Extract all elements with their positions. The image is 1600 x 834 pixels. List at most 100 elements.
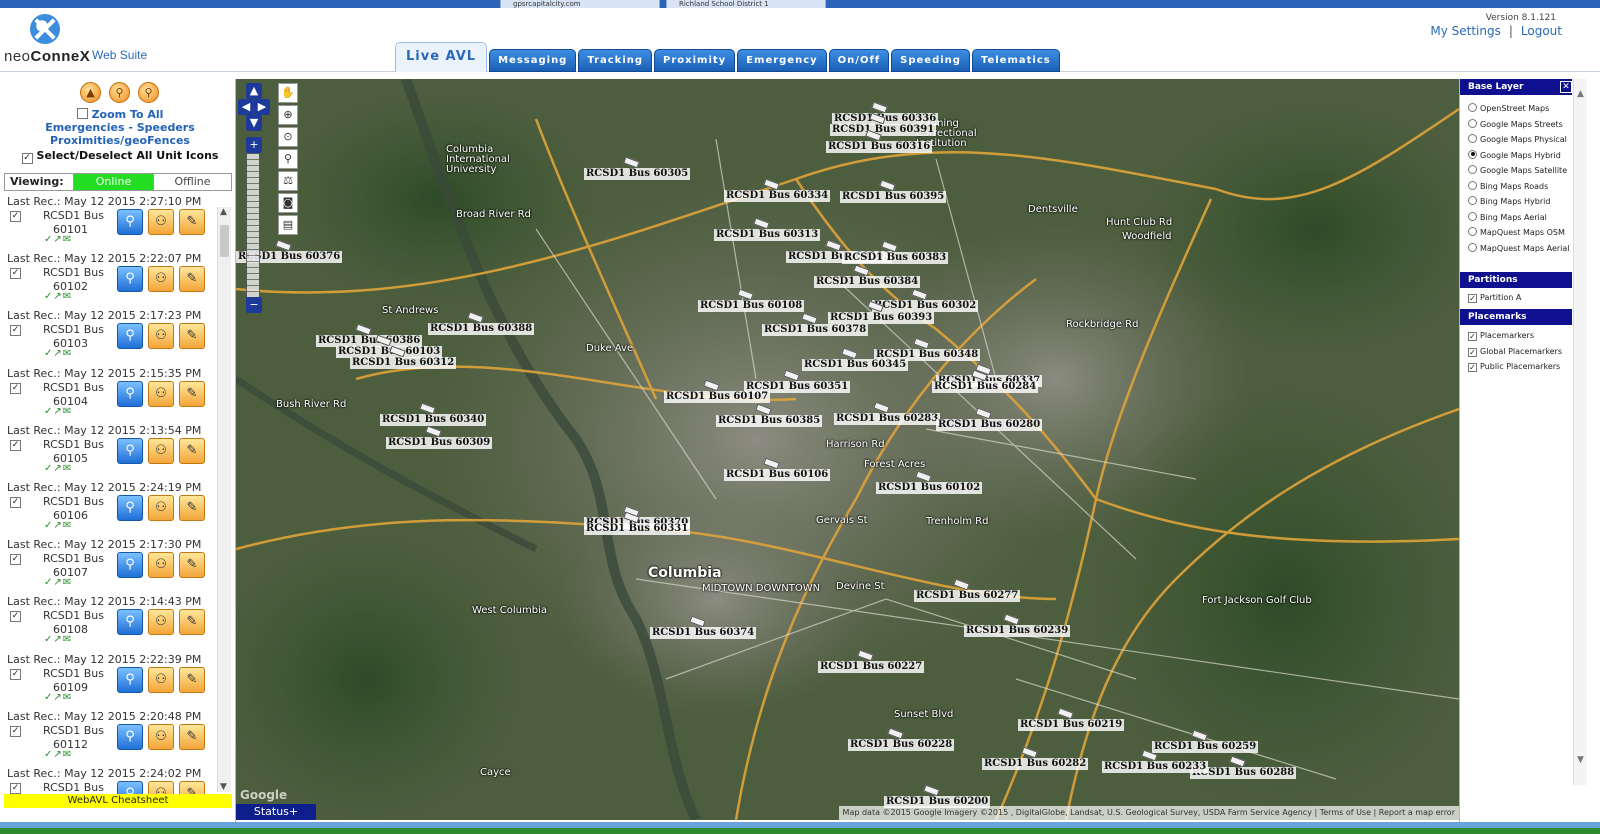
base-layer-option[interactable]: Google Maps Physical: [1468, 134, 1567, 144]
unit-row[interactable]: Last Rec.: May 12 2015 2:13:54 PM ✓ RCSD1 …: [4, 422, 218, 479]
bus-marker-icon[interactable]: [737, 288, 754, 301]
find-unit-icon[interactable]: ⚲: [117, 380, 143, 407]
print-icon[interactable]: ▤: [278, 215, 298, 235]
edit-unit-icon[interactable]: ✎: [179, 209, 205, 235]
unit-checkbox[interactable]: ✓: [10, 268, 21, 280]
zoom-box-icon[interactable]: ⊕: [278, 105, 298, 125]
unit-checkbox[interactable]: ✓: [10, 496, 21, 508]
tab-on-off[interactable]: On/Off: [828, 49, 890, 72]
unit-checkbox[interactable]: ✓: [10, 725, 21, 737]
close-icon[interactable]: ✕: [1560, 81, 1572, 93]
bus-label[interactable]: RCSD1 Bus 60378: [762, 324, 869, 336]
tab-messaging[interactable]: Messaging: [489, 49, 577, 72]
proximity-icon[interactable]: ⚲: [138, 82, 159, 103]
unit-row[interactable]: Last Rec.: May 12 2015 2:27:10 PM ✓ RCSD1 …: [4, 193, 218, 250]
base-layer-label[interactable]: Google Maps Hybrid: [1480, 151, 1561, 160]
base-layer-option[interactable]: Google Maps Streets: [1468, 118, 1563, 129]
layer-scroll-down-icon[interactable]: ▼: [1577, 755, 1584, 765]
zoom-to-all-label[interactable]: Zoom To All: [92, 108, 164, 121]
bus-marker-icon[interactable]: [355, 323, 372, 336]
speeder-icon[interactable]: ⚲: [109, 82, 130, 103]
bus-marker-icon[interactable]: [1021, 746, 1038, 759]
bus-label[interactable]: RCSD1 Bus 60395: [840, 191, 947, 203]
unit-row[interactable]: Last Rec.: May 12 2015 2:17:23 PM ✓ RCSD1 …: [4, 307, 218, 364]
bus-marker-icon[interactable]: [975, 407, 992, 420]
unit-checkbox[interactable]: ✓: [10, 325, 21, 337]
unit-row[interactable]: Last Rec.: May 12 2015 2:24:19 PM ✓ RCSD1 …: [4, 479, 218, 536]
bus-label[interactable]: RCSD1 Bus 60385: [716, 415, 823, 427]
zoom-to-all-row[interactable]: Zoom To All: [4, 108, 236, 121]
base-layer-radio[interactable]: [1468, 196, 1477, 205]
bus-label[interactable]: RCSD1 Bus 60374: [650, 627, 757, 639]
placemark-option[interactable]: ✓ Global Placemarkers: [1468, 347, 1562, 357]
bus-label[interactable]: RCSD1 Bus 60284: [932, 381, 1039, 393]
bus-marker-icon[interactable]: [857, 649, 874, 662]
zoom-extent-icon[interactable]: ⊙: [278, 127, 298, 147]
binoculars-icon[interactable]: ⚇: [148, 323, 174, 350]
tab-proximity[interactable]: Proximity: [654, 49, 736, 72]
zoom-to-all-checkbox[interactable]: [76, 108, 88, 119]
bus-label[interactable]: RCSD1 Bus 60316: [826, 141, 933, 153]
measure-icon[interactable]: ⚖: [278, 171, 298, 191]
find-unit-icon[interactable]: ⚲: [117, 609, 143, 636]
placemark-checkbox[interactable]: ✓: [1468, 332, 1477, 341]
bus-label[interactable]: RCSD1 Bus 60228: [848, 739, 955, 751]
bus-label[interactable]: RCSD1 Bus 60227: [818, 661, 925, 673]
bus-label[interactable]: RCSD1 Bus 60277: [914, 590, 1021, 602]
camera-icon[interactable]: ◙: [278, 193, 298, 213]
bus-marker-icon[interactable]: [1057, 707, 1074, 720]
find-unit-icon[interactable]: ⚲: [117, 494, 143, 521]
placemark-option[interactable]: ✓ Placemarkers: [1468, 331, 1534, 341]
webavl-cheatsheet-link[interactable]: WebAVL Cheatsheet: [4, 794, 232, 808]
bus-marker-icon[interactable]: [1191, 729, 1208, 742]
base-layer-label[interactable]: Google Maps Satellite: [1480, 166, 1567, 175]
base-layer-label[interactable]: Bing Maps Hybrid: [1480, 197, 1550, 206]
bus-marker-icon[interactable]: [1229, 755, 1246, 768]
bus-label[interactable]: RCSD1 Bus 60108: [698, 300, 805, 312]
binoculars-icon[interactable]: ⚇: [148, 209, 174, 235]
unit-row[interactable]: Last Rec.: May 12 2015 2:17:30 PM ✓ RCSD1 …: [4, 536, 218, 593]
bus-marker-icon[interactable]: [873, 401, 890, 414]
base-layer-option[interactable]: Google Maps Hybrid: [1468, 149, 1561, 160]
base-layer-option[interactable]: OpenStreet Maps: [1468, 103, 1549, 113]
select-all-label[interactable]: Select/Deselect All Unit Icons: [37, 149, 219, 162]
base-layer-option[interactable]: Bing Maps Roads: [1468, 180, 1548, 191]
bus-marker-icon[interactable]: [879, 179, 896, 192]
bus-label[interactable]: RCSD1 Bus 60102: [876, 482, 983, 494]
bus-marker-icon[interactable]: [623, 156, 640, 169]
unit-checkbox[interactable]: ✓: [10, 782, 21, 794]
unit-row[interactable]: Last Rec.: May 12 2015 2:22:39 PM ✓ RCSD1 …: [4, 651, 218, 708]
base-layer-radio[interactable]: [1468, 149, 1477, 159]
edit-unit-icon[interactable]: ✎: [179, 723, 205, 750]
bus-marker-icon[interactable]: [763, 457, 780, 470]
zoom-in-icon[interactable]: +: [246, 137, 262, 153]
status-toggle-button[interactable]: Status+: [236, 804, 316, 820]
bus-marker-icon[interactable]: [801, 312, 818, 325]
find-unit-icon[interactable]: ⚲: [117, 437, 143, 464]
base-layer-label[interactable]: OpenStreet Maps: [1480, 104, 1549, 113]
unit-checkbox[interactable]: ✓: [10, 668, 21, 680]
binoculars-icon[interactable]: ⚇: [148, 437, 174, 464]
bus-label[interactable]: RCSD1 Bus 60334: [724, 190, 831, 202]
select-all-checkbox[interactable]: ✓: [21, 153, 33, 164]
placemark-option[interactable]: ✓ Public Placemarkers: [1468, 362, 1560, 372]
find-unit-icon[interactable]: ⚲: [117, 266, 143, 293]
bus-label[interactable]: RCSD1 Bus 60302: [872, 300, 979, 312]
offline-button[interactable]: Offline: [153, 174, 231, 190]
pan-left-icon[interactable]: ◀: [238, 99, 254, 115]
scroll-down-icon[interactable]: ▼: [220, 782, 227, 792]
bus-marker-icon[interactable]: [853, 264, 870, 277]
bus-marker-icon[interactable]: [755, 403, 772, 416]
partition-a-option[interactable]: ✓ Partition A: [1468, 293, 1521, 303]
edit-unit-icon[interactable]: ✎: [179, 323, 205, 350]
partition-a-label[interactable]: Partition A: [1480, 293, 1521, 302]
binoculars-icon[interactable]: ⚇: [148, 494, 174, 521]
unit-row[interactable]: Last Rec.: May 12 2015 2:20:48 PM ✓ RCSD1 …: [4, 708, 218, 765]
edit-unit-icon[interactable]: ✎: [179, 266, 205, 293]
bus-marker-icon[interactable]: [825, 239, 842, 252]
tab-telematics[interactable]: Telematics: [971, 49, 1060, 72]
edit-unit-icon[interactable]: ✎: [179, 609, 205, 636]
bus-label[interactable]: RCSD1 Bus 60384: [814, 276, 921, 288]
pan-hand-icon[interactable]: ✋: [278, 83, 298, 103]
base-layer-label[interactable]: MapQuest Maps OSM: [1480, 228, 1565, 237]
